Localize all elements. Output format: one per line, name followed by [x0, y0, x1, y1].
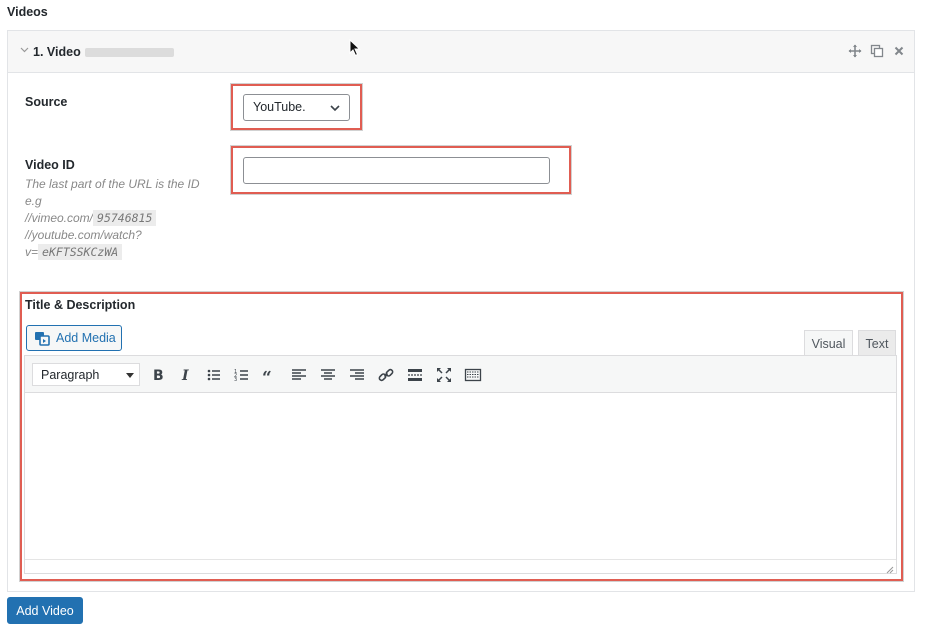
bold-icon[interactable]: B [149, 366, 167, 384]
move-icon[interactable] [848, 44, 862, 58]
source-select-value: YouTube. [253, 100, 306, 114]
add-media-button[interactable]: Add Media [26, 325, 122, 351]
section-title: Videos [7, 5, 48, 19]
resize-handle-icon[interactable] [885, 562, 894, 574]
svg-text:I: I [181, 368, 189, 384]
video-id-label: Video ID [25, 158, 75, 172]
source-label: Source [25, 95, 68, 109]
youtube-prefix: //youtube.com/watch? [25, 228, 142, 242]
editor-statusbar [25, 559, 896, 574]
link-icon[interactable] [377, 366, 395, 384]
align-center-icon[interactable] [319, 366, 337, 384]
svg-text:3: 3 [234, 377, 237, 383]
repeater-item-header[interactable]: 1. Video [8, 31, 914, 73]
editor-toolbar: Paragraph B I 123 “ [25, 356, 896, 393]
video-id-input[interactable] [243, 157, 550, 184]
item-title: 1. Video [33, 45, 81, 59]
youtube-param: v= [25, 245, 39, 259]
align-right-icon[interactable] [348, 366, 366, 384]
bullet-list-icon[interactable] [205, 366, 223, 384]
toolbar-toggle-icon[interactable] [464, 366, 482, 384]
fullscreen-icon[interactable] [435, 366, 453, 384]
svg-text:“: “ [262, 368, 272, 384]
videos-panel: Videos 1. Video Source YouTube. Video ID [0, 0, 925, 628]
source-select[interactable]: YouTube. [243, 94, 350, 121]
video-id-description-text: The last part of the URL is the ID e.g [25, 177, 200, 208]
media-icon [34, 331, 50, 346]
read-more-icon[interactable] [406, 366, 424, 384]
caret-down-icon [126, 373, 134, 378]
vimeo-code: 95746815 [93, 210, 157, 226]
tab-text[interactable]: Text [858, 330, 896, 356]
italic-icon[interactable]: I [177, 366, 195, 384]
chevron-down-icon[interactable] [20, 45, 30, 55]
align-left-icon[interactable] [290, 366, 308, 384]
numbered-list-icon[interactable]: 123 [233, 366, 251, 384]
svg-text:B: B [153, 368, 164, 384]
close-icon[interactable] [892, 44, 906, 58]
add-media-label: Add Media [56, 331, 116, 345]
video-id-description: The last part of the URL is the ID e.g /… [25, 176, 200, 261]
add-video-button[interactable]: Add Video [7, 597, 83, 624]
item-title-placeholder [85, 48, 174, 57]
chevron-down-icon [329, 102, 341, 114]
tab-visual[interactable]: Visual [804, 330, 853, 356]
title-description-label: Title & Description [25, 298, 136, 312]
mouse-cursor-icon [349, 38, 361, 57]
vimeo-prefix: //vimeo.com/ [25, 211, 94, 225]
youtube-code: eKFTSSKCzWA [38, 244, 123, 260]
editor-container: Paragraph B I 123 “ [24, 355, 897, 574]
format-select-value: Paragraph [41, 368, 100, 382]
blockquote-icon[interactable]: “ [261, 366, 279, 384]
duplicate-icon[interactable] [870, 44, 884, 58]
format-select[interactable]: Paragraph [32, 363, 140, 386]
editor-content-area[interactable] [25, 393, 896, 559]
